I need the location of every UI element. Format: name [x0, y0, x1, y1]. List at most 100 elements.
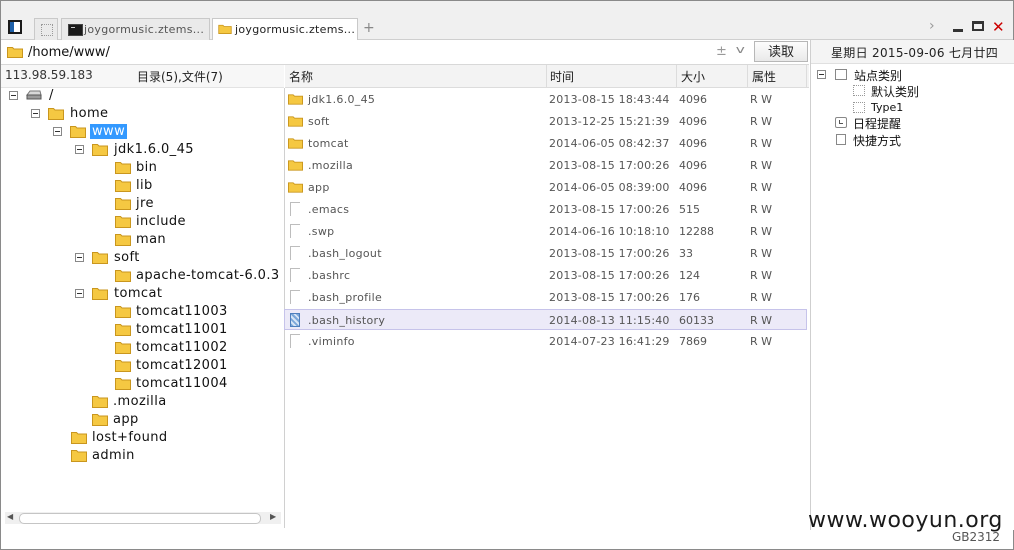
scrollbar-thumb[interactable]	[19, 513, 261, 524]
file-name: .bash_history	[308, 314, 386, 327]
minimize-icon[interactable]	[953, 29, 963, 32]
file-list-header: 名称 时间 大小 属性	[285, 65, 809, 88]
file-row[interactable]: .bash_history 2014-08-13 11:15:40 60133 R W	[284, 309, 807, 330]
read-button[interactable]: 读取	[754, 41, 808, 62]
file-time: 2014-06-16 10:18:10	[549, 225, 670, 238]
folder-row[interactable]: tomcat 2014-06-05 08:42:37 4096 R W	[285, 133, 807, 154]
new-tab-plus-icon[interactable]: +	[363, 20, 375, 36]
clock-icon	[835, 117, 847, 128]
tab-bar: joygormusic.ztems... joygormusic.ztems..…	[1, 1, 1013, 41]
file-icon	[290, 334, 300, 348]
collapse-icon[interactable]	[75, 145, 84, 154]
tree-node-label: tomcat	[114, 286, 163, 301]
file-attr: R W	[750, 314, 773, 327]
file-time: 2013-08-15 17:00:26	[549, 159, 670, 172]
file-attr: R W	[750, 335, 773, 348]
tree-node-label: tomcat11001	[136, 322, 228, 337]
file-row[interactable]: .bashrc 2013-08-15 17:00:26 124 R W	[285, 265, 807, 286]
folder-row[interactable]: jdk1.6.0_45 2013-08-15 18:43:44 4096 R W	[285, 89, 807, 110]
folder-icon	[92, 252, 108, 264]
file-name: jdk1.6.0_45	[308, 93, 376, 106]
file-size: 515	[679, 203, 700, 216]
file-icon	[290, 290, 300, 304]
tab-terminal[interactable]: joygormusic.ztems...	[61, 18, 210, 40]
tree-node-label: tomcat11004	[136, 376, 228, 391]
file-attr: R W	[750, 93, 773, 106]
file-time: 2014-08-13 11:15:40	[549, 314, 670, 327]
collapse-icon[interactable]	[817, 70, 826, 79]
file-time: 2013-08-15 17:00:26	[549, 247, 670, 260]
chevron-down-icon[interactable]: v	[736, 43, 745, 56]
column-time[interactable]: 时间	[550, 68, 574, 85]
collapse-icon[interactable]	[75, 289, 84, 298]
file-size: 60133	[679, 314, 714, 327]
tree-node-label: bin	[136, 160, 158, 175]
file-row[interactable]: .swp 2014-06-16 10:18:10 12288 R W	[285, 221, 807, 242]
file-row[interactable]: .viminfo 2014-07-23 16:41:29 7869 R W	[285, 331, 807, 352]
horizontal-scrollbar[interactable]: ◀ ▶	[5, 512, 281, 524]
file-icon	[290, 268, 300, 282]
file-time: 2013-08-15 17:00:26	[549, 269, 670, 282]
file-name: .bash_logout	[308, 247, 382, 260]
shortcut-icon	[836, 134, 846, 145]
file-row[interactable]: .bash_logout 2013-08-15 17:00:26 33 R W	[285, 243, 807, 264]
collapse-icon[interactable]	[9, 91, 18, 100]
tree-node-label: /	[49, 88, 54, 103]
category-icon	[853, 102, 865, 113]
file-size: 4096	[679, 115, 707, 128]
category-icon	[853, 85, 865, 96]
folder-icon	[115, 324, 131, 336]
column-attr[interactable]: 属性	[752, 68, 776, 85]
folder-icon	[288, 160, 303, 171]
column-divider[interactable]	[676, 65, 677, 87]
file-size: 4096	[679, 93, 707, 106]
path-input[interactable]: /home/www/	[28, 45, 110, 60]
file-row[interactable]: .bash_profile 2013-08-15 17:00:26 176 R W	[285, 287, 807, 308]
folder-row[interactable]: app 2014-06-05 08:39:00 4096 R W	[285, 177, 807, 198]
folder-icon	[115, 234, 131, 246]
maximize-icon[interactable]	[972, 21, 984, 31]
tab-blank[interactable]	[34, 18, 58, 40]
folder-icon	[115, 378, 131, 390]
folder-row[interactable]: soft 2013-12-25 15:21:39 4096 R W	[285, 111, 807, 132]
file-attr: R W	[750, 225, 773, 238]
column-divider[interactable]	[546, 65, 547, 87]
file-attr: R W	[750, 115, 773, 128]
tab-file-manager[interactable]: joygormusic.ztems...	[212, 18, 358, 41]
plus-minus-icon[interactable]: ±	[716, 44, 727, 59]
tree-node-label: soft	[114, 250, 140, 265]
folder-icon	[115, 306, 131, 318]
scroll-right-icon[interactable]: ▶	[270, 512, 276, 521]
file-attr: R W	[750, 269, 773, 282]
folder-row[interactable]: .mozilla 2013-08-15 17:00:26 4096 R W	[285, 155, 807, 176]
tree-node-label: www	[90, 124, 128, 139]
close-icon[interactable]: ✕	[992, 18, 1005, 36]
file-name: .bashrc	[308, 269, 351, 282]
file-time: 2013-12-25 15:21:39	[549, 115, 670, 128]
folder-icon	[71, 450, 87, 462]
tree-node-label: jre	[136, 196, 154, 211]
file-attr: R W	[750, 159, 773, 172]
file-size: 7869	[679, 335, 707, 348]
chevron-right-icon[interactable]: ›	[929, 18, 935, 34]
column-size[interactable]: 大小	[681, 68, 705, 85]
file-name: tomcat	[308, 137, 349, 150]
side-node-label: 日程提醒	[853, 117, 902, 131]
file-size: 4096	[679, 181, 707, 194]
column-divider[interactable]	[747, 65, 748, 87]
scroll-left-icon[interactable]: ◀	[7, 512, 13, 521]
file-attr: R W	[750, 291, 773, 304]
tree-header: 113.98.59.183 目录(5),文件(7)	[1, 65, 284, 88]
file-row[interactable]: .emacs 2013-08-15 17:00:26 515 R W	[285, 199, 807, 220]
file-name: .bash_profile	[308, 291, 383, 304]
tree-node-label: admin	[92, 448, 135, 463]
tree-node-label: home	[70, 106, 109, 121]
tree-node-label: tomcat11003	[136, 304, 228, 319]
panel-toggle-icon[interactable]	[8, 20, 22, 34]
encoding-indicator: GB2312	[952, 530, 1001, 544]
folder-icon	[48, 108, 64, 120]
collapse-icon[interactable]	[75, 253, 84, 262]
collapse-icon[interactable]	[31, 109, 40, 118]
column-name[interactable]: 名称	[289, 68, 313, 85]
collapse-icon[interactable]	[53, 127, 62, 136]
